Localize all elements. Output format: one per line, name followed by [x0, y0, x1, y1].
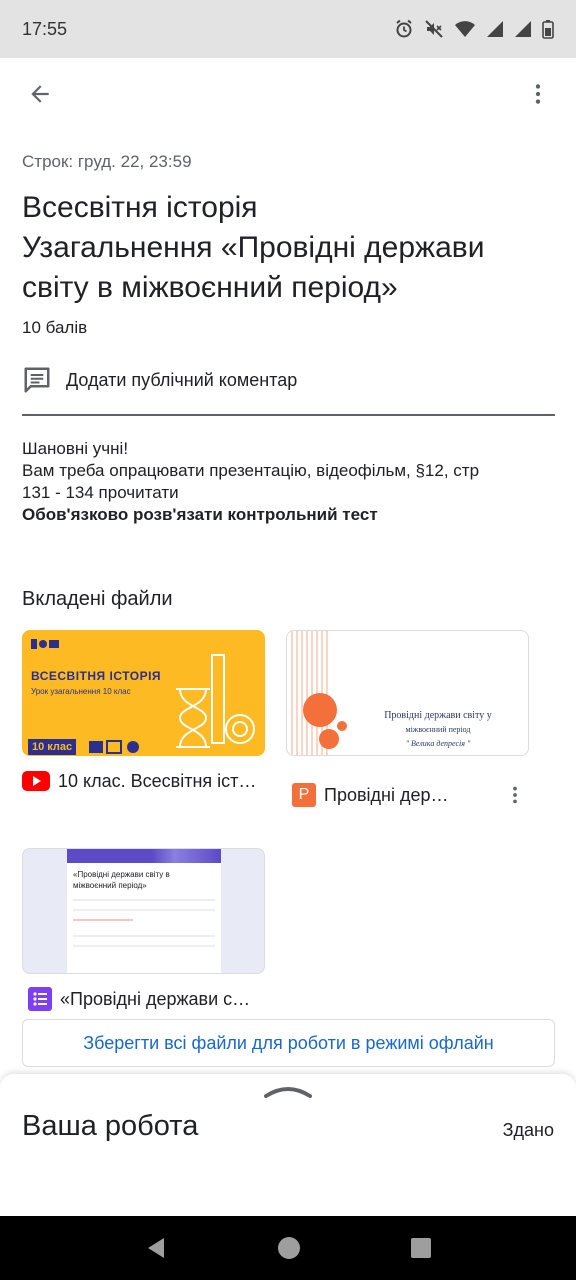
- desc-line-3: 131 - 134 прочитати: [22, 483, 179, 502]
- attachment-card-presentation[interactable]: Провідні держави світу у міжвоєнний пері…: [286, 630, 529, 810]
- video-meta: 10 клас. Всесвітня іст…: [22, 766, 265, 796]
- slide-quote: " Велика депресія ": [405, 739, 471, 748]
- presentation-meta: P Провідні дер…: [286, 780, 529, 810]
- video-thumbnail: ВСЕСВІТНЯ ІСТОРІЯ Урок узагальнення 10 к…: [22, 630, 265, 756]
- save-offline-button[interactable]: Зберегти всі файли для роботи в режимі о…: [22, 1019, 555, 1067]
- comment-icon: [24, 367, 50, 393]
- form-thumbnail: «Провідні держави світу в міжвоєнний пер…: [22, 848, 265, 974]
- status-icons: [394, 19, 554, 39]
- submission-status: Здано: [502, 1120, 554, 1140]
- alarm-icon: [396, 19, 412, 38]
- points: 10 балів: [22, 318, 88, 337]
- mute-icon: [425, 20, 443, 38]
- add-comment-button[interactable]: Додати публічний коментар: [22, 362, 555, 398]
- title-line-2: Узагальнення «Провідні держави: [22, 231, 485, 264]
- slide-subtitle: міжвоєнний період: [405, 725, 471, 734]
- nav-back-icon[interactable]: [144, 1236, 168, 1260]
- battery-icon: [542, 20, 554, 39]
- status-time: 17:55: [22, 18, 68, 39]
- slide-circle-small: [319, 729, 339, 749]
- desc-line-4: Обов'язково розв'язати контрольний тест: [22, 505, 378, 524]
- youtube-icon: [22, 771, 50, 791]
- form-meta: «Провідні держави с…: [22, 984, 265, 1014]
- nav-home-icon[interactable]: [277, 1236, 301, 1260]
- slides-icon: P: [292, 783, 316, 807]
- assignment-description: Шановні учні! Вам треба опрацювати презе…: [22, 438, 555, 526]
- form-page: «Провідні держави світу в міжвоєнний пер…: [67, 849, 221, 973]
- thumb-title: ВСЕСВІТНЯ ІСТОРІЯ: [31, 669, 162, 683]
- expand-handle-icon[interactable]: [264, 1084, 312, 1098]
- thumb-subtitle: Урок узагальнення 10 клас: [31, 687, 131, 696]
- school-logo-icon: [31, 637, 59, 649]
- attachment-card-form[interactable]: «Провідні держави світу в міжвоєнний пер…: [22, 848, 265, 1014]
- due-date: Строк: груд. 22, 23:59: [22, 152, 192, 171]
- desc-line-1: Шановні учні!: [22, 439, 129, 458]
- app-bar: [0, 58, 576, 130]
- forms-icon: [28, 987, 52, 1011]
- presentation-thumbnail: Провідні держави світу у міжвоєнний пері…: [286, 630, 529, 756]
- your-work-title: Ваша робота: [22, 1110, 199, 1142]
- assignment-title: Всесвітня історія Узагальнення «Провідні…: [22, 188, 555, 308]
- desc-line-2: Вам треба опрацювати презентацію, відеоф…: [22, 461, 480, 480]
- more-vert-icon: [513, 786, 517, 804]
- your-work-sheet[interactable]: Ваша робота Здано: [0, 1074, 576, 1216]
- file-name: «Провідні держави с…: [60, 988, 251, 1009]
- form-line-required: [73, 919, 133, 921]
- title-line-1: Всесвітня історія: [22, 191, 258, 224]
- arrow-back-icon: [31, 85, 49, 103]
- slide-text: Провідні держави світу у міжвоєнний пері…: [353, 709, 523, 751]
- wifi-icon: [455, 21, 475, 37]
- signal-icon: [487, 21, 503, 37]
- divider: [22, 414, 555, 416]
- hourglass-icon: [176, 654, 255, 748]
- title-line-3: світу в міжвоєнний період»: [22, 271, 398, 304]
- more-vert-icon: [535, 84, 541, 104]
- attachments-heading: Вкладені файли: [22, 588, 173, 610]
- slide-circle-tiny: [337, 721, 347, 731]
- thumb-pattern-icon: [89, 740, 139, 754]
- status-bar: 17:55: [0, 0, 576, 58]
- back-button[interactable]: [22, 76, 58, 112]
- form-title: «Провідні держави світу в міжвоєнний пер…: [67, 863, 221, 891]
- form-line: [73, 945, 215, 947]
- form-title-line-1: «Провідні держави світу в: [73, 870, 170, 879]
- more-options-button[interactable]: [520, 76, 556, 112]
- thumb-badge: 10 клас: [28, 739, 77, 755]
- attachment-card-video[interactable]: ВСЕСВІТНЯ ІСТОРІЯ Урок узагальнення 10 к…: [22, 630, 265, 796]
- form-line: [73, 935, 215, 937]
- system-nav-bar: [0, 1216, 576, 1280]
- form-line: [73, 909, 215, 911]
- slide-circle-large: [303, 693, 337, 727]
- form-line: [73, 899, 215, 901]
- nav-recents-icon[interactable]: [410, 1237, 432, 1259]
- file-name: 10 клас. Всесвітня іст…: [58, 770, 257, 791]
- signal-2-icon: [515, 21, 531, 37]
- form-title-line-2: міжвоєнний період»: [73, 881, 147, 890]
- add-comment-label: Додати публічний коментар: [66, 369, 298, 390]
- file-name: Провідні дер…: [324, 784, 449, 805]
- form-header-band: [67, 849, 221, 863]
- slide-title: Провідні держави світу у: [384, 710, 492, 721]
- file-more-button[interactable]: [501, 781, 529, 809]
